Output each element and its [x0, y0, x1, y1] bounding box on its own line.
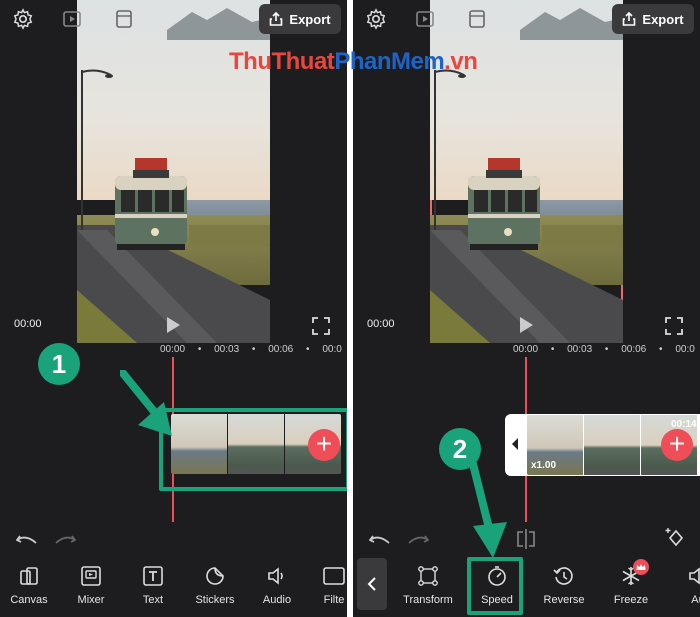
highlight-box-speed: [467, 557, 523, 615]
ruler-mark: 00:0: [322, 344, 342, 355]
split-icon[interactable]: [515, 529, 537, 549]
tool-filter[interactable]: Filte: [302, 564, 347, 606]
canvas-icon: [20, 567, 38, 585]
step-badge-1: 1: [38, 343, 80, 385]
timeline-ruler: 00:00 • 00:03 • 00:06 • 00:0: [160, 344, 342, 355]
play-icon[interactable]: [517, 316, 535, 334]
tool-label: Au: [691, 594, 700, 606]
play-icon[interactable]: [164, 316, 182, 334]
arrow-icon: [469, 462, 507, 558]
preview-time: 00:00: [14, 318, 42, 330]
tool-audio[interactable]: Audio: [245, 564, 309, 606]
tool-mixer[interactable]: Mixer: [59, 564, 123, 606]
tool-text[interactable]: Text: [121, 564, 185, 606]
ruler-mark: 00:00: [513, 344, 539, 355]
tool-freeze[interactable]: Freeze: [599, 564, 663, 606]
share-icon: [270, 12, 283, 26]
undo-icon[interactable]: [369, 533, 391, 547]
add-clip-button[interactable]: +: [661, 429, 693, 461]
bottom-toolbar: Transform Speed Reverse Freeze A: [353, 556, 700, 617]
tool-canvas[interactable]: Canvas: [0, 564, 61, 606]
preview-time: 00:00: [367, 318, 395, 330]
transform-icon: [418, 566, 438, 586]
tool-audio[interactable]: Au: [666, 564, 700, 606]
ruler-mark: 00:03: [567, 344, 593, 355]
tool-label: Freeze: [613, 594, 649, 606]
tool-reverse[interactable]: Reverse: [532, 564, 596, 606]
premium-badge-icon: [633, 559, 649, 575]
tool-label: Reverse: [543, 594, 585, 606]
trim-handle-icon[interactable]: [510, 437, 520, 451]
ruler-dot: •: [197, 344, 202, 355]
fullscreen-icon[interactable]: [664, 316, 684, 336]
ruler-dot: •: [550, 344, 555, 355]
redo-icon[interactable]: [407, 533, 429, 547]
ruler-mark: 00:00: [160, 344, 186, 355]
audio-icon: [689, 567, 700, 585]
text-icon: [143, 566, 163, 586]
reverse-icon: [553, 567, 573, 585]
ruler-dot: •: [306, 344, 310, 355]
share-icon: [623, 12, 636, 26]
settings-icon[interactable]: [12, 8, 34, 30]
watermark: ThuThuatPhanMem.vn: [229, 48, 478, 76]
tool-label: Filte: [323, 594, 345, 606]
top-bar: Export: [353, 0, 700, 42]
ruler-mark: 00:0: [675, 344, 695, 355]
ruler-mark: 00:06: [268, 344, 294, 355]
preview-play-icon[interactable]: [62, 9, 82, 29]
undo-icon[interactable]: [16, 533, 38, 547]
mixer-icon: [81, 566, 101, 586]
tool-label: Mixer: [77, 594, 105, 606]
ruler-mark: 00:03: [214, 344, 240, 355]
audio-icon: [268, 567, 283, 585]
left-panel: Export 00:00 00:00 • 00:03 • 00:06 • 00:…: [0, 0, 347, 617]
watermark-part: .vn: [444, 48, 478, 75]
tool-transform[interactable]: Transform: [396, 564, 460, 606]
watermark-part: PhanMem: [334, 48, 445, 75]
step-badge-2: 2: [439, 428, 481, 470]
timeline-ruler: 00:00 • 00:03 • 00:06 • 00:0: [513, 344, 695, 355]
settings-icon[interactable]: [365, 8, 387, 30]
tool-label: Stickers: [195, 594, 235, 606]
watermark-part: ThuThuat: [229, 48, 335, 75]
ruler-dot: •: [659, 344, 663, 355]
keyframe-icon[interactable]: [664, 526, 688, 548]
ruler-dot: •: [604, 344, 609, 355]
ruler-dot: •: [251, 344, 256, 355]
highlight-box-clip: [159, 408, 347, 491]
tool-label: Transform: [403, 594, 453, 606]
filter-icon: [323, 567, 345, 585]
export-button[interactable]: Export: [259, 4, 341, 34]
tool-label: Audio: [262, 594, 292, 606]
stickers-icon: [206, 567, 224, 585]
bottom-toolbar: Canvas Mixer Text Stickers Audio Filte: [0, 556, 347, 617]
project-icon[interactable]: [467, 9, 487, 29]
tool-stickers[interactable]: Stickers: [183, 564, 247, 606]
arrow-icon: [120, 370, 172, 436]
tool-label: Canvas: [10, 594, 48, 606]
right-panel: Export 00:00 00:00 • 00:03 • 00:06 • 00:…: [353, 0, 700, 617]
ruler-mark: 00:06: [621, 344, 647, 355]
clip-speed-label: x1.00: [531, 460, 557, 471]
fullscreen-icon[interactable]: [311, 316, 331, 336]
export-button[interactable]: Export: [612, 4, 694, 34]
export-label: Export: [289, 11, 331, 27]
export-label: Export: [642, 11, 684, 27]
top-bar: Export: [0, 0, 347, 42]
tool-label: Text: [142, 594, 164, 606]
redo-icon[interactable]: [54, 533, 76, 547]
preview-play-icon[interactable]: [415, 9, 435, 29]
project-icon[interactable]: [114, 9, 134, 29]
